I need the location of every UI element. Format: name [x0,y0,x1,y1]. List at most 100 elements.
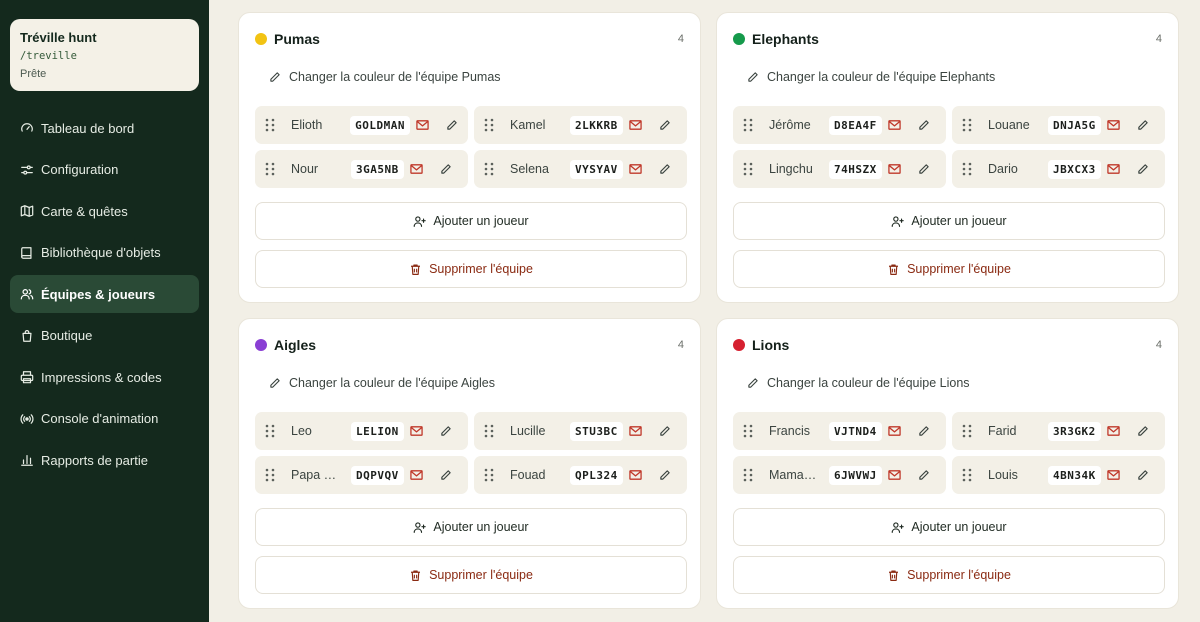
mail-icon[interactable] [410,469,423,481]
shopping-bag-icon [20,329,34,343]
mail-icon[interactable] [410,163,423,175]
drag-handle-icon[interactable] [484,118,494,132]
sidebar-item-dashboard[interactable]: Tableau de bord [10,109,199,147]
mail-icon[interactable] [888,119,901,131]
drag-handle-icon[interactable] [743,162,753,176]
mail-icon[interactable] [410,425,423,437]
sidebar-item-label: Impressions & codes [41,369,162,385]
change-team-color-link[interactable]: Changer la couleur de l'équipe Aigles [269,376,495,390]
edit-player-pencil-icon[interactable] [1137,469,1149,481]
add-player-label: Ajouter un joueur [911,520,1007,534]
mail-icon[interactable] [629,163,642,175]
edit-player-pencil-icon[interactable] [918,425,930,437]
player-chip: Kamel 2LKKRB [474,106,687,144]
mail-icon[interactable] [888,469,901,481]
mail-icon[interactable] [629,119,642,131]
edit-player-pencil-icon[interactable] [1137,119,1149,131]
change-team-color-link[interactable]: Changer la couleur de l'équipe Pumas [269,70,501,84]
mail-icon[interactable] [629,425,642,437]
drag-handle-icon[interactable] [962,468,972,482]
drag-handle-icon[interactable] [484,162,494,176]
user-plus-icon [414,521,427,533]
bar-chart-icon [20,453,34,467]
map-icon [20,204,34,218]
broadcast-icon [20,412,34,426]
team-card: Aigles 4 Changer la couleur de l'équipe … [238,318,701,609]
change-team-color-link[interactable]: Changer la couleur de l'équipe Lions [747,376,970,390]
user-plus-icon [414,215,427,227]
sidebar-item-animation-console[interactable]: Console d'animation [10,400,199,438]
team-color-dot [255,339,267,351]
delete-team-button[interactable]: Supprimer l'équipe [733,556,1165,594]
sidebar-item-prints-codes[interactable]: Impressions & codes [10,358,199,396]
mail-icon[interactable] [416,119,429,131]
player-code: LELION [351,421,404,441]
trash-icon [889,263,899,275]
mail-icon[interactable] [1107,163,1120,175]
delete-team-button[interactable]: Supprimer l'équipe [255,250,687,288]
user-plus-icon [892,521,905,533]
drag-handle-icon[interactable] [743,468,753,482]
drag-handle-icon[interactable] [265,424,275,438]
drag-handle-icon[interactable] [484,468,494,482]
hunt-card[interactable]: Tréville hunt /treville Prête [10,19,199,91]
mail-icon[interactable] [888,425,901,437]
drag-handle-icon[interactable] [962,162,972,176]
player-name: Nour [291,162,319,176]
book-icon [20,246,34,260]
sidebar-item-game-reports[interactable]: Rapports de partie [10,441,199,479]
edit-player-pencil-icon[interactable] [918,469,930,481]
player-name: Leo [291,424,312,438]
sidebar-item-teams-players[interactable]: Équipes & joueurs [10,275,199,313]
drag-handle-icon[interactable] [265,118,275,132]
add-player-button[interactable]: Ajouter un joueur [255,508,687,546]
edit-player-pencil-icon[interactable] [918,163,930,175]
change-team-color-link[interactable]: Changer la couleur de l'équipe Elephants [747,70,995,84]
player-name: Papa Jé... [291,468,339,482]
player-code: 4BN34K [1048,465,1101,485]
drag-handle-icon[interactable] [743,118,753,132]
edit-player-pencil-icon[interactable] [659,425,671,437]
player-code: GOLDMAN [350,115,410,135]
sidebar-item-map-quests[interactable]: Carte & quêtes [10,192,199,230]
mail-icon[interactable] [1107,469,1120,481]
mail-icon[interactable] [888,163,901,175]
team-player-count: 4 [677,339,684,351]
edit-player-pencil-icon[interactable] [440,425,452,437]
drag-handle-icon[interactable] [962,118,972,132]
edit-player-pencil-icon[interactable] [1137,425,1149,437]
sidebar-item-configuration[interactable]: Configuration [10,151,199,189]
change-team-color-label: Changer la couleur de l'équipe Aigles [289,376,495,390]
add-player-button[interactable]: Ajouter un joueur [733,202,1165,240]
sidebar-item-shop[interactable]: Boutique [10,317,199,355]
edit-player-pencil-icon[interactable] [659,469,671,481]
edit-player-pencil-icon[interactable] [659,119,671,131]
drag-handle-icon[interactable] [743,424,753,438]
add-player-label: Ajouter un joueur [433,214,529,228]
edit-player-pencil-icon[interactable] [918,119,930,131]
team-color-dot [255,33,267,45]
delete-team-button[interactable]: Supprimer l'équipe [255,556,687,594]
mail-icon[interactable] [629,469,642,481]
mail-icon[interactable] [1107,119,1120,131]
edit-player-pencil-icon[interactable] [440,163,452,175]
drag-handle-icon[interactable] [265,162,275,176]
hunt-status: Prête [20,68,47,80]
drag-handle-icon[interactable] [484,424,494,438]
sidebar-item-object-library[interactable]: Bibliothèque d'objets [10,234,199,272]
edit-player-pencil-icon[interactable] [446,119,458,131]
edit-player-pencil-icon[interactable] [659,163,671,175]
add-player-button[interactable]: Ajouter un joueur [255,202,687,240]
edit-player-pencil-icon[interactable] [1137,163,1149,175]
mail-icon[interactable] [1107,425,1120,437]
drag-handle-icon[interactable] [265,468,275,482]
drag-handle-icon[interactable] [962,424,972,438]
sidebar-item-label: Configuration [41,162,119,177]
add-player-button[interactable]: Ajouter un joueur [733,508,1165,546]
edit-player-pencil-icon[interactable] [440,469,452,481]
team-header: Elephants 4 [733,31,1162,47]
delete-team-button[interactable]: Supprimer l'équipe [733,250,1165,288]
team-card: Pumas 4 Changer la couleur de l'équipe P… [238,12,701,303]
player-chip: Jérôme D8EA4F [733,106,946,144]
player-name: Dario [988,162,1018,176]
